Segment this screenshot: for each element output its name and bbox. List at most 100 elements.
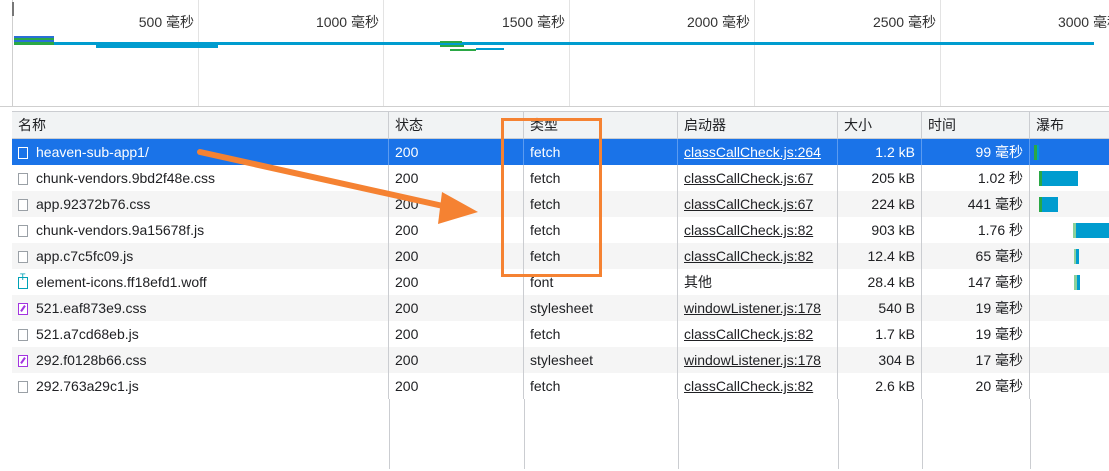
initiator-link[interactable]: classCallCheck.js:82 xyxy=(684,378,813,394)
time-cell: 441 毫秒 xyxy=(922,191,1030,217)
waterfall-cell[interactable] xyxy=(1030,295,1109,321)
size-cell: 304 B xyxy=(838,347,922,373)
status-cell: 200 xyxy=(389,321,524,347)
initiator-cell: classCallCheck.js:67 xyxy=(678,191,838,217)
type-cell: stylesheet xyxy=(524,295,678,321)
overview-bar xyxy=(440,41,462,43)
initiator-cell: windowListener.js:178 xyxy=(678,347,838,373)
waterfall-cell[interactable] xyxy=(1030,243,1109,269)
waterfall-cell[interactable] xyxy=(1030,269,1109,295)
document-icon xyxy=(18,147,28,159)
column-header-time[interactable]: 时间 xyxy=(922,112,1030,138)
initiator-link[interactable]: classCallCheck.js:67 xyxy=(684,196,813,212)
time-cell: 19 毫秒 xyxy=(922,295,1030,321)
initiator-cell: classCallCheck.js:82 xyxy=(678,321,838,347)
waterfall-cell[interactable] xyxy=(1030,217,1109,243)
status-cell: 200 xyxy=(389,373,524,399)
initiator-cell: classCallCheck.js:67 xyxy=(678,165,838,191)
overview-bar xyxy=(96,45,218,48)
column-header-initiator[interactable]: 启动器 xyxy=(678,112,838,138)
stylesheet-icon xyxy=(18,303,28,315)
waterfall-download-bar xyxy=(1077,275,1080,290)
type-cell: stylesheet xyxy=(524,347,678,373)
request-name-cell[interactable]: chunk-vendors.9a15678f.js xyxy=(12,217,389,243)
initiator-link[interactable]: classCallCheck.js:67 xyxy=(684,170,813,186)
status-cell: 200 xyxy=(389,347,524,373)
initiator-cell: classCallCheck.js:82 xyxy=(678,243,838,269)
request-name: 521.a7cd68eb.js xyxy=(36,326,139,342)
waterfall-download-bar xyxy=(1042,197,1058,212)
initiator-link[interactable]: classCallCheck.js:264 xyxy=(684,144,821,160)
waterfall-cell[interactable] xyxy=(1030,321,1109,347)
request-name: heaven-sub-app1/ xyxy=(36,144,149,160)
waterfall-download-bar xyxy=(1042,171,1078,186)
font-file-icon xyxy=(18,271,28,289)
type-cell: fetch xyxy=(524,321,678,347)
column-header-size[interactable]: 大小 xyxy=(838,112,922,138)
waterfall-download-bar xyxy=(1076,249,1079,264)
overview-bar xyxy=(450,49,476,51)
request-name: 292.f0128b66.css xyxy=(36,352,147,368)
document-icon xyxy=(18,199,28,211)
initiator-cell: 其他 xyxy=(678,269,838,295)
initiator-link[interactable]: classCallCheck.js:82 xyxy=(684,222,813,238)
size-cell: 540 B xyxy=(838,295,922,321)
overview-bar xyxy=(476,48,504,50)
overview-request-bars xyxy=(0,0,1109,106)
overview-timeline[interactable]: 500 毫秒 1000 毫秒 1500 毫秒 2000 毫秒 2500 毫秒 3… xyxy=(0,0,1109,107)
request-name: 292.763a29c1.js xyxy=(36,378,139,394)
size-cell: 1.2 kB xyxy=(838,139,922,165)
time-cell: 17 毫秒 xyxy=(922,347,1030,373)
table-row[interactable]: 292.763a29c1.js 200 fetch classCallCheck… xyxy=(12,373,1109,399)
table-filler xyxy=(12,399,1109,469)
initiator-link[interactable]: windowListener.js:178 xyxy=(684,300,821,316)
initiator-cell: classCallCheck.js:82 xyxy=(678,217,838,243)
overview-bar xyxy=(14,38,54,40)
initiator-link[interactable]: windowListener.js:178 xyxy=(684,352,821,368)
initiator-cell: classCallCheck.js:82 xyxy=(678,373,838,399)
time-cell: 20 毫秒 xyxy=(922,373,1030,399)
column-header-name[interactable]: 名称 xyxy=(12,112,389,138)
waterfall-cell[interactable] xyxy=(1030,191,1109,217)
table-row[interactable]: 292.f0128b66.css 200 stylesheet windowLi… xyxy=(12,347,1109,373)
time-cell: 147 毫秒 xyxy=(922,269,1030,295)
request-name: app.92372b76.css xyxy=(36,196,151,212)
size-cell: 1.7 kB xyxy=(838,321,922,347)
waterfall-cell[interactable] xyxy=(1030,347,1109,373)
request-name: chunk-vendors.9bd2f48e.css xyxy=(36,170,215,186)
document-icon xyxy=(18,329,28,341)
waterfall-cell[interactable] xyxy=(1030,165,1109,191)
annotation-highlight-box xyxy=(501,118,602,277)
request-name-cell[interactable]: heaven-sub-app1/ xyxy=(12,139,389,165)
request-name-cell[interactable]: chunk-vendors.9bd2f48e.css xyxy=(12,165,389,191)
request-name: app.c7c5fc09.js xyxy=(36,248,134,264)
table-row[interactable]: 521.eaf873e9.css 200 stylesheet windowLi… xyxy=(12,295,1109,321)
request-name-cell[interactable]: 292.f0128b66.css xyxy=(12,347,389,373)
column-header-waterfall[interactable]: 瀑布 xyxy=(1030,112,1109,138)
waterfall-cell[interactable] xyxy=(1030,373,1109,399)
request-name-cell[interactable]: 521.eaf873e9.css xyxy=(12,295,389,321)
size-cell: 2.6 kB xyxy=(838,373,922,399)
overview-bar xyxy=(440,45,464,47)
request-name-cell[interactable]: 292.763a29c1.js xyxy=(12,373,389,399)
waterfall-download-bar xyxy=(1037,145,1039,160)
initiator-cell: windowListener.js:178 xyxy=(678,295,838,321)
request-name: chunk-vendors.9a15678f.js xyxy=(36,222,205,238)
size-cell: 12.4 kB xyxy=(838,243,922,269)
request-name-cell[interactable]: app.92372b76.css xyxy=(12,191,389,217)
request-name-cell[interactable]: app.c7c5fc09.js xyxy=(12,243,389,269)
time-cell: 99 毫秒 xyxy=(922,139,1030,165)
table-row[interactable]: 521.a7cd68eb.js 200 fetch classCallCheck… xyxy=(12,321,1109,347)
document-icon xyxy=(18,381,28,393)
request-name-cell[interactable]: element-icons.ff18efd1.woff xyxy=(12,269,389,295)
document-icon xyxy=(18,251,28,263)
waterfall-cell[interactable] xyxy=(1030,139,1109,165)
initiator-link[interactable]: classCallCheck.js:82 xyxy=(684,248,813,264)
time-cell: 19 毫秒 xyxy=(922,321,1030,347)
request-name-cell[interactable]: 521.a7cd68eb.js xyxy=(12,321,389,347)
size-cell: 205 kB xyxy=(838,165,922,191)
time-cell: 65 毫秒 xyxy=(922,243,1030,269)
initiator-link[interactable]: classCallCheck.js:82 xyxy=(684,326,813,342)
initiator-cell: classCallCheck.js:264 xyxy=(678,139,838,165)
size-cell: 224 kB xyxy=(838,191,922,217)
